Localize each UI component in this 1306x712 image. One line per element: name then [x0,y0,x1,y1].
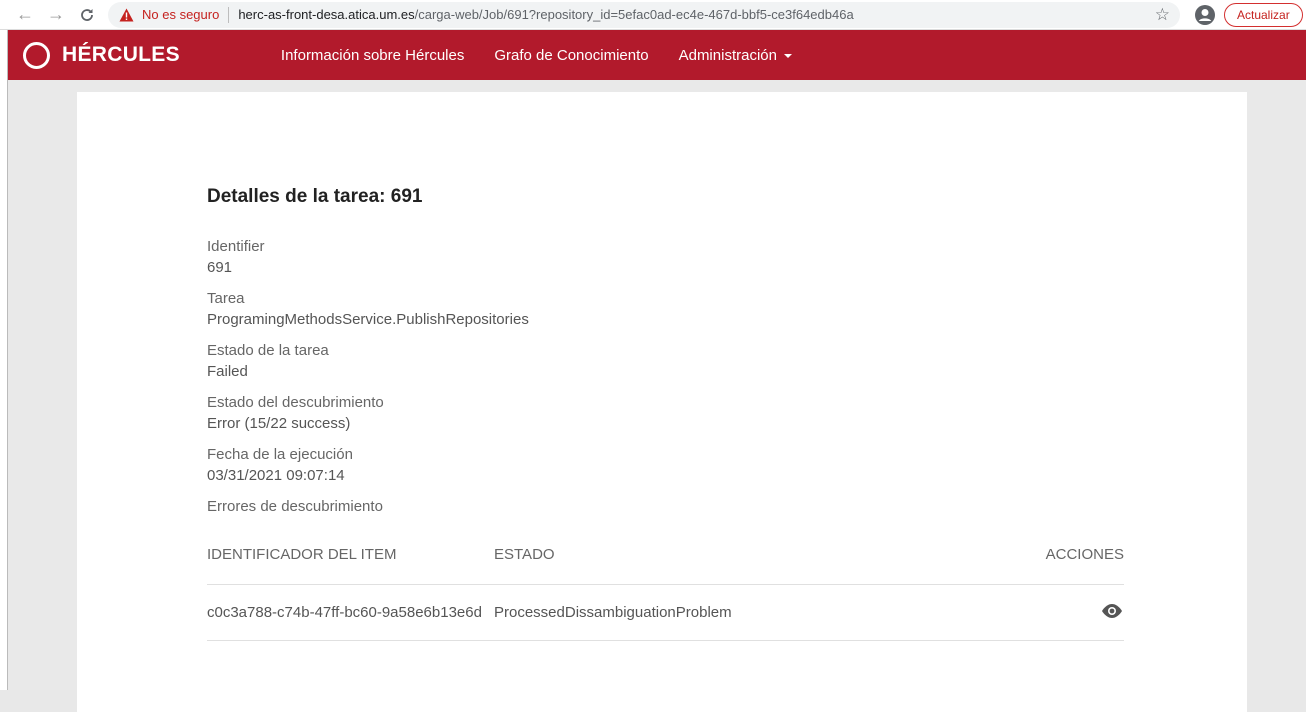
cell-status: ProcessedDissambiguationProblem [494,604,732,621]
column-header-actions: ACCIONES [1045,546,1124,563]
errors-heading: Errores de descubrimiento [207,496,383,517]
nav-link-info[interactable]: Información sobre Hércules [281,47,464,64]
errors-table: IDENTIFICADOR DEL ITEM ESTADO ACCIONES c… [207,546,1124,641]
forward-arrow-icon[interactable]: → [45,4,67,26]
field-label: Estado del descubrimiento [207,394,384,411]
field-label: Tarea [207,290,245,307]
top-navbar: HÉRCULES Información sobre Hércules Graf… [8,30,1306,80]
not-secure-label: No es seguro [142,7,220,22]
page-title: Detalles de la tarea: 691 [207,186,423,207]
job-details-card: Detalles de la tarea: 691 Identifier 691… [77,92,1247,712]
field-identifier: Identifier 691 [207,236,265,278]
caret-down-icon [783,54,792,58]
app-frame: HÉRCULES Información sobre Hércules Graf… [8,30,1306,712]
nav-link-admin-label: Administración [678,46,777,64]
field-value: Failed [207,363,248,380]
update-button[interactable]: Actualizar [1224,2,1303,27]
field-task-status: Estado de la tarea Failed [207,340,329,382]
field-execution-date: Fecha de la ejecución 03/31/2021 09:07:1… [207,444,353,486]
address-bar[interactable]: No es seguro herc-as-front-desa.atica.um… [108,1,1180,28]
bookmark-star-icon[interactable]: ☆ [1155,5,1170,25]
field-label: Fecha de la ejecución [207,446,353,463]
field-label: Identifier [207,238,265,255]
back-arrow-icon[interactable]: ← [14,4,36,26]
errors-label: Errores de descubrimiento [207,498,383,515]
nav-link-graph[interactable]: Grafo de Conocimiento [494,47,648,64]
warning-icon [118,7,134,23]
profile-avatar-icon[interactable] [1194,4,1216,26]
column-header-status[interactable]: ESTADO [494,546,974,563]
cell-item-id: c0c3a788-c74b-47ff-bc60-9a58e6b13e6d [207,604,482,621]
omnibox-divider [228,6,230,23]
url-text: herc-as-front-desa.atica.um.es/carga-web… [238,7,853,22]
field-label: Estado de la tarea [207,342,329,359]
field-value: 691 [207,259,233,276]
table-header: IDENTIFICADOR DEL ITEM ESTADO ACCIONES [207,546,1124,585]
window-edge [0,30,8,690]
field-value: ProgramingMethodsService.PublishReposito… [207,311,529,328]
nav-links: Información sobre Hércules Grafo de Cono… [281,47,822,64]
column-header-item-id[interactable]: IDENTIFICADOR DEL ITEM [207,546,494,563]
browser-toolbar: ← → No es seguro herc-as-front-desa.atic… [0,0,1306,30]
eye-icon[interactable] [974,603,1124,619]
table-row: c0c3a788-c74b-47ff-bc60-9a58e6b13e6d Pro… [207,585,1124,641]
field-discovery-status: Estado del descubrimiento Error (15/22 s… [207,392,384,434]
brand-logo[interactable]: HÉRCULES [23,41,180,69]
url-path: /carga-web/Job/691?repository_id=5efac0a… [414,7,854,22]
field-value: 03/31/2021 09:07:14 [207,467,345,484]
logo-circle-icon [23,41,50,69]
brand-name: HÉRCULES [62,43,180,66]
url-host: herc-as-front-desa.atica.um.es [238,7,415,22]
field-value: Error (15/22 success) [207,415,351,432]
nav-link-admin[interactable]: Administración [679,47,792,64]
cell-actions [974,603,1124,623]
field-task: Tarea ProgramingMethodsService.PublishRe… [207,288,529,330]
reload-icon[interactable] [76,4,98,26]
